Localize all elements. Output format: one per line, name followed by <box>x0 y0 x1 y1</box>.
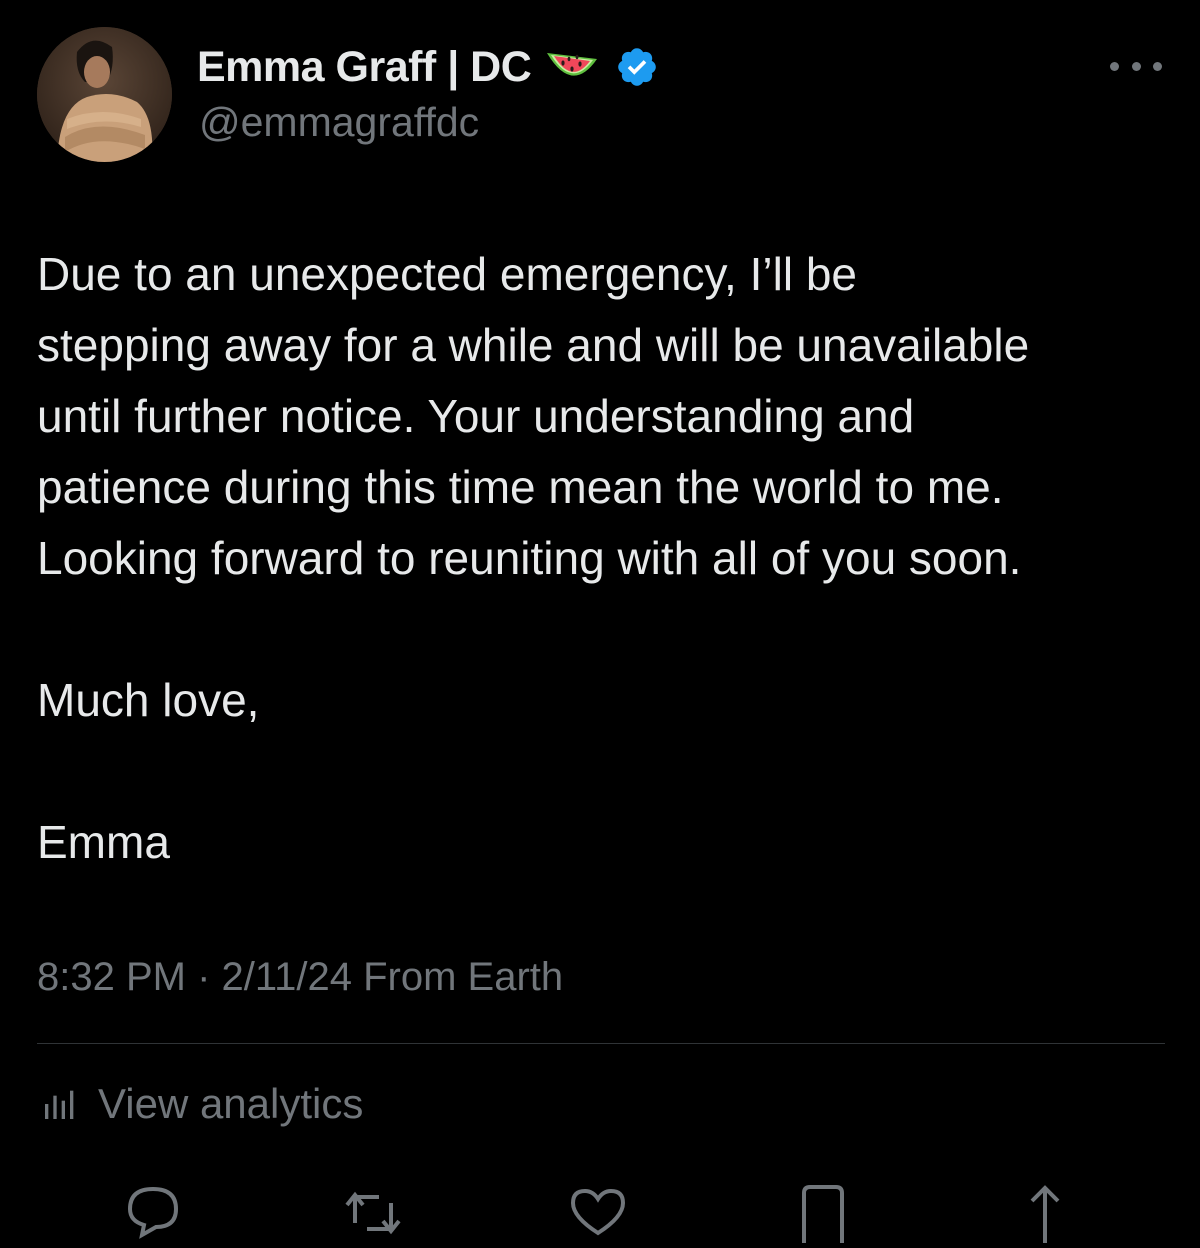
view-analytics-link[interactable]: View analytics <box>40 1078 363 1130</box>
tweet-action-bar <box>0 1183 1200 1243</box>
avatar-photo <box>37 27 172 162</box>
more-dot-icon <box>1153 61 1162 71</box>
more-options-button[interactable] <box>1110 52 1162 80</box>
more-dot-icon <box>1131 61 1141 71</box>
verified-badge-icon[interactable] <box>615 45 659 89</box>
watermelon-icon <box>543 45 601 89</box>
tweet-text-line: Looking forward to reuniting with all of… <box>37 532 1022 584</box>
avatar[interactable] <box>37 27 172 162</box>
tweet-sign-off: Much love, <box>37 674 260 726</box>
analytics-icon <box>45 1090 74 1119</box>
reply-icon[interactable] <box>118 1183 188 1243</box>
bookmark-icon[interactable] <box>788 1183 858 1243</box>
tweet-text: Due to an unexpected emergency, I’ll be … <box>37 239 1177 878</box>
tweet-text-line: Due to an unexpected emergency, I’ll be <box>37 248 857 300</box>
retweet-icon[interactable] <box>337 1183 407 1243</box>
tweet-text-line: patience during this time mean the world… <box>37 461 1004 513</box>
author-handle[interactable]: @emmagraffdc <box>199 99 479 146</box>
more-dot-icon <box>1110 61 1119 71</box>
analytics-label[interactable]: View analytics <box>98 1080 363 1128</box>
author-name-row[interactable]: Emma Graff | DC <box>197 38 659 96</box>
tweet-text-line: until further notice. Your understanding… <box>37 390 915 442</box>
like-icon[interactable] <box>563 1183 633 1243</box>
divider <box>37 1043 1165 1044</box>
tweet-timestamp[interactable]: 8:32 PM · 2/11/24 From Earth <box>37 955 563 1000</box>
tweet-signature: Emma <box>37 816 170 868</box>
tweet-text-line: stepping away for a while and will be un… <box>37 319 1030 371</box>
share-icon[interactable] <box>1010 1183 1080 1243</box>
author-display-name[interactable]: Emma Graff | DC <box>197 43 532 92</box>
